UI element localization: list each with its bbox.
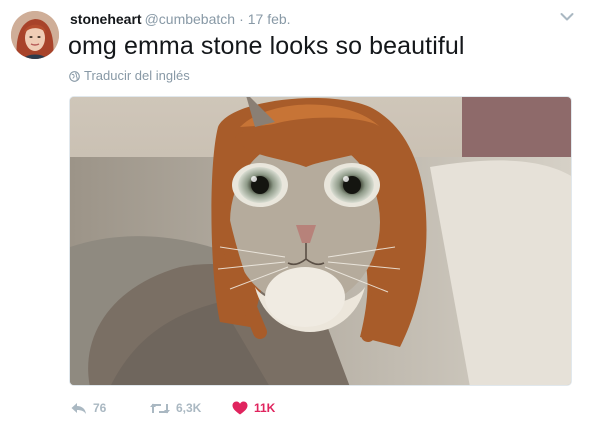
like-button[interactable]: 11K — [232, 401, 275, 415]
retweet-count: 6,3K — [176, 401, 202, 415]
chevron-down-icon[interactable] — [560, 12, 574, 22]
retweet-icon — [150, 403, 170, 413]
avatar-image — [11, 11, 59, 59]
user-handle[interactable]: @cumbebatch — [145, 11, 235, 27]
reply-count: 76 — [93, 401, 107, 415]
translate-link[interactable]: Traducir del inglés — [69, 68, 190, 84]
tweet-header: stoneheart @cumbebatch · 17 feb. — [70, 11, 291, 27]
globe-icon — [69, 70, 80, 82]
reply-icon — [71, 402, 86, 414]
tweet-actions: 76 6,3K 11K — [70, 398, 275, 418]
retweet-button[interactable]: 6,3K — [150, 401, 232, 415]
avatar[interactable] — [11, 11, 59, 59]
like-count: 11K — [254, 401, 276, 415]
translate-label: Traducir del inglés — [84, 68, 190, 83]
separator-dot: · — [239, 11, 244, 27]
reply-button[interactable]: 76 — [70, 401, 150, 415]
tweet-card[interactable]: stoneheart @cumbebatch · 17 feb. omg emma s… — [0, 0, 590, 426]
media-photo[interactable] — [69, 96, 572, 386]
tweet-date[interactable]: 17 feb. — [248, 11, 291, 27]
cat-with-wig-photo-image — [70, 97, 571, 385]
tweet-text: omg emma stone looks so beautiful — [68, 32, 465, 60]
display-name[interactable]: stoneheart — [70, 11, 142, 27]
heart-icon — [232, 401, 248, 415]
